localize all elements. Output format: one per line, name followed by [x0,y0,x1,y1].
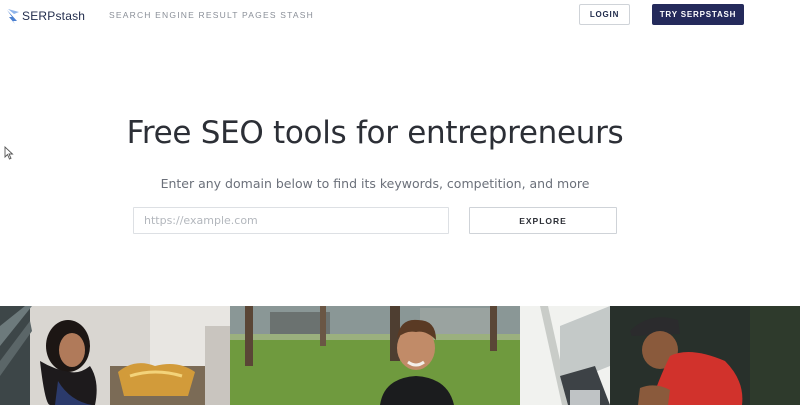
logo-text: SERPstash [22,9,86,23]
logo-mark-icon [6,8,20,24]
domain-search-input[interactable] [133,207,449,234]
hero-title: Free SEO tools for entrepreneurs [126,115,624,151]
explore-button[interactable]: EXPLORE [469,207,617,234]
top-nav: SERPstash SEARCH ENGINE RESULT PAGES STA… [0,0,800,32]
photo-strip [0,306,800,405]
hero-subtitle: Enter any domain below to find its keywo… [160,176,590,191]
login-button[interactable]: LOGIN [579,4,630,25]
photo-man-in-park [230,306,520,405]
page: SERPstash SEARCH ENGINE RESULT PAGES STA… [0,0,800,405]
photo-man-with-laptop [520,306,800,405]
logo-link[interactable]: SERPstash [6,7,85,25]
try-serpstash-button[interactable]: TRY SERPSTASH [652,4,744,25]
site-tagline: SEARCH ENGINE RESULT PAGES STASH [109,10,314,20]
photo-woman-with-artwork [0,306,230,405]
